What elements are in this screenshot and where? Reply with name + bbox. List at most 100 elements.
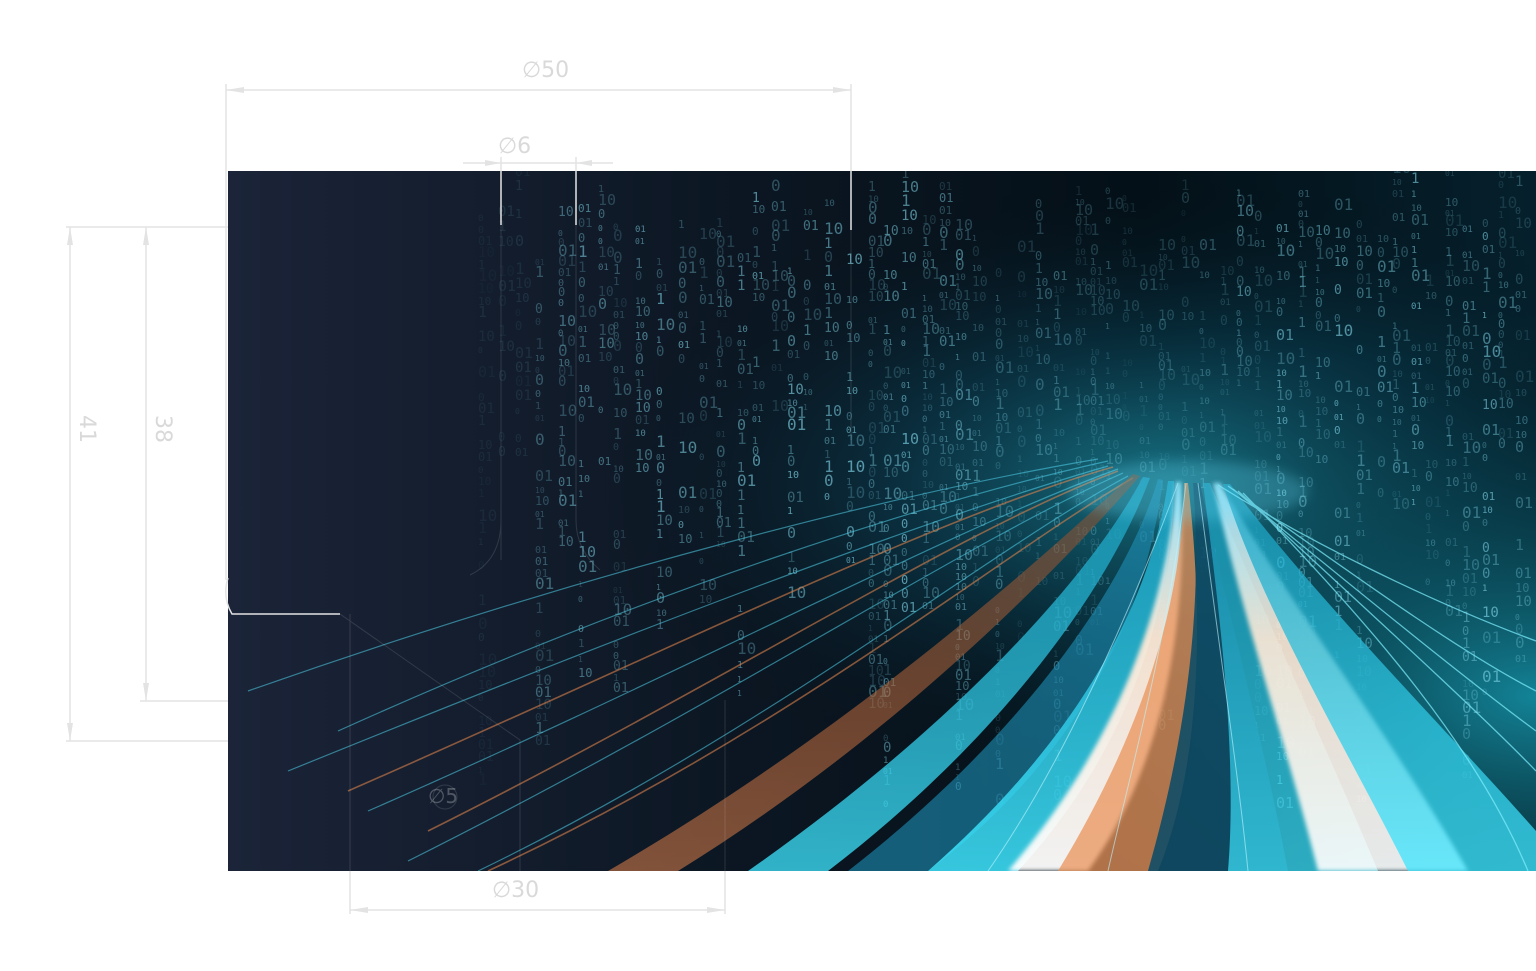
binary-digit: 10	[922, 584, 940, 602]
data-highway-illustration: 0001101101010110001001110010101101101001…	[228, 171, 1536, 871]
binary-digit: 10	[1356, 244, 1373, 260]
binary-digit: 0	[1377, 486, 1384, 500]
binary-digit: 0	[1334, 424, 1341, 437]
binary-digit: 0	[1122, 369, 1128, 380]
binary-digit: 1	[1035, 302, 1042, 315]
binary-digit: 10	[558, 312, 576, 330]
binary-digit: 10	[922, 393, 933, 403]
binary-digit: 01	[955, 523, 965, 532]
binary-digit: 01	[1315, 319, 1332, 335]
binary-digit: 0	[498, 445, 506, 460]
binary-digit: 0	[716, 467, 723, 480]
binary-digit: 0	[1425, 578, 1430, 588]
binary-digit: 01	[1017, 237, 1036, 256]
binary-digit: 1	[578, 490, 583, 500]
binary-digit: 1	[1425, 522, 1432, 536]
binary-digit: 0	[478, 559, 485, 572]
binary-digit: 1	[868, 180, 876, 195]
binary-digit: 1	[955, 353, 960, 362]
binary-digit: 1	[1411, 381, 1419, 397]
binary-digit: 1	[1105, 259, 1112, 272]
binary-digit: 1	[578, 333, 587, 351]
binary-digit: 01	[972, 350, 986, 364]
binary-digit: 1	[699, 531, 704, 540]
binary-digit: 0	[1158, 316, 1167, 334]
binary-digit: 1	[1392, 429, 1398, 440]
binary-digit: 10	[846, 457, 865, 476]
binary-digit: 1	[478, 538, 483, 548]
binary-digit: 0	[535, 302, 543, 317]
binary-digit: 01	[824, 339, 834, 348]
binary-digit: 0	[787, 283, 797, 302]
binary-digit: 0	[787, 454, 795, 470]
binary-digit: 10	[678, 411, 695, 427]
binary-digit: 0	[1462, 725, 1471, 743]
binary-digit: 0	[598, 224, 603, 233]
binary-digit: 10	[498, 339, 515, 355]
binary-digit: 0	[901, 517, 908, 531]
binary-digit: 10	[1298, 387, 1311, 400]
binary-digit: 01	[1482, 628, 1501, 647]
binary-digit: 10	[803, 388, 813, 397]
binary-digit: 1	[1220, 280, 1230, 299]
binary-digit: 0	[883, 342, 892, 360]
binary-digit: 0	[922, 415, 927, 425]
binary-digit: 01	[868, 610, 881, 623]
binary-digit: 0	[578, 412, 585, 425]
binary-digit: 0	[1158, 379, 1166, 394]
binary-digit: 10	[787, 382, 804, 398]
binary-digit: 0	[656, 344, 664, 360]
binary-digit: 01	[578, 557, 597, 576]
binary-digit: 10	[803, 305, 822, 324]
binary-digit: 1	[955, 492, 961, 503]
binary-digit: 1	[535, 335, 544, 353]
binary-digit: 1	[955, 763, 960, 773]
binary-digit: 10	[1445, 226, 1458, 239]
binary-digit: 0	[613, 538, 621, 553]
binary-digit: 10	[1392, 418, 1402, 427]
dimension-bottom-diameter-label: ∅30	[492, 880, 539, 902]
binary-digit: 1	[656, 618, 664, 633]
binary-digit: 10	[846, 295, 858, 306]
binary-digit: 1	[1139, 381, 1144, 390]
binary-digit: 01	[1392, 189, 1404, 200]
binary-digit: 10	[578, 474, 590, 485]
binary-digit: 0	[995, 266, 1002, 280]
binary-digit: 1	[535, 515, 544, 533]
binary-digit: 0	[1075, 413, 1083, 429]
binary-digit: 01	[1254, 409, 1264, 418]
binary-digit: 0	[803, 278, 811, 294]
binary-digit: 0	[1515, 272, 1523, 288]
binary-digit: 1	[1445, 251, 1455, 270]
binary-digit: 0	[901, 325, 906, 334]
binary-digit: 1	[737, 380, 743, 391]
binary-digit: 1	[1105, 352, 1110, 362]
binary-digit: 1	[535, 601, 543, 617]
binary-digit: 0	[883, 522, 890, 535]
binary-digit: 01	[1220, 388, 1230, 397]
binary-digit: 0	[1515, 613, 1520, 622]
binary-digit: 1	[1105, 322, 1110, 331]
binary-digit: 1	[678, 218, 685, 231]
binary-digit: 0	[1017, 530, 1022, 540]
binary-digit: 01	[1411, 232, 1421, 241]
binary-digit: 01	[1515, 654, 1527, 665]
binary-digit: 10	[846, 386, 858, 397]
binary-digit: 10	[1017, 345, 1034, 361]
binary-digit: 01	[787, 490, 804, 506]
binary-digit: 10	[1462, 257, 1480, 275]
binary-digit: 0	[1199, 435, 1206, 449]
binary-digit: 10	[699, 225, 717, 243]
binary-digit: 10	[598, 350, 612, 364]
binary-digit: 10	[955, 309, 969, 323]
binary-digit: 0	[922, 444, 930, 459]
binary-digit: 0	[678, 520, 684, 531]
binary-digit: 0	[1276, 305, 1283, 319]
binary-digit: 1	[478, 303, 487, 321]
binary-digit: 0	[1158, 393, 1163, 403]
page-canvas: 0001101101010110001001110010101101101001…	[0, 0, 1536, 971]
binary-digit: 01	[578, 202, 591, 215]
binary-digit: 10	[1445, 275, 1461, 290]
binary-digit: 10	[1377, 277, 1390, 290]
binary-digit: 0	[699, 407, 708, 425]
